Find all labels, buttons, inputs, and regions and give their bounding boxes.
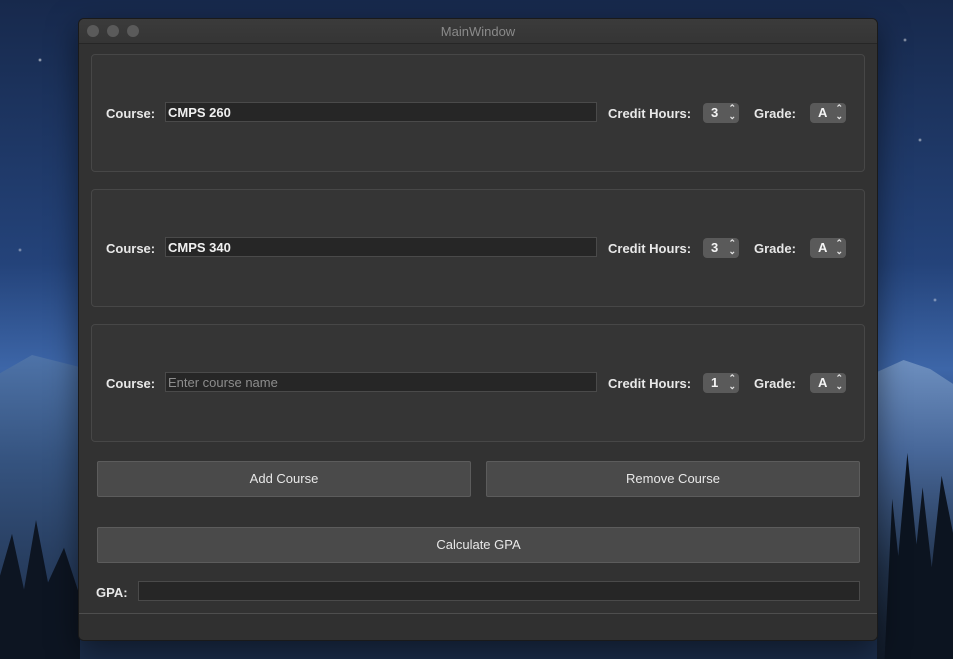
add-course-button[interactable]: Add Course <box>97 461 471 497</box>
window-title: MainWindow <box>440 24 516 39</box>
credit-hours-spinbox-2[interactable]: 3 ⌃ ⌄ <box>703 238 739 258</box>
credit-hours-value: 1 <box>711 375 719 390</box>
status-bar <box>79 613 877 640</box>
course-name-input-2[interactable] <box>165 237 597 257</box>
credit-hours-label: Credit Hours: <box>608 376 692 391</box>
course-label: Course: <box>106 241 156 256</box>
spinner-arrows-icon[interactable]: ⌃ ⌄ <box>835 239 843 256</box>
credit-hours-value: 3 <box>711 240 719 255</box>
main-window: MainWindow Course: Credit Hours: 3 ⌃⌄ Gr… <box>78 18 878 641</box>
credit-hours-label: Credit Hours: <box>608 241 692 256</box>
grade-label: Grade: <box>754 376 796 391</box>
spinner-arrows-icon[interactable]: ⌃ ⌄ <box>728 104 736 121</box>
credit-hours-spinbox-1[interactable]: 3 ⌃ ⌄ <box>703 103 739 123</box>
title-bar[interactable]: MainWindow <box>79 19 877 44</box>
course-label: Course: <box>106 376 156 391</box>
grade-spinbox-3[interactable]: A ⌃ ⌄ <box>810 373 846 393</box>
course-panel-1: Course: Credit Hours: 3 ⌃⌄ Grade: A ⌃⌄ <box>91 54 865 172</box>
credit-hours-value: 3 <box>711 105 719 120</box>
spinner-arrows-icon[interactable]: ⌃ ⌄ <box>835 104 843 121</box>
grade-value: A <box>818 240 828 255</box>
course-name-input-1[interactable] <box>165 102 597 122</box>
credit-hours-spinbox-3[interactable]: 1 ⌃ ⌄ <box>703 373 739 393</box>
spinner-arrows-icon[interactable]: ⌃ ⌄ <box>835 374 843 391</box>
grade-label: Grade: <box>754 241 796 256</box>
grade-spinbox-2[interactable]: A ⌃ ⌄ <box>810 238 846 258</box>
course-name-input-3[interactable] <box>165 372 597 392</box>
credit-hours-label: Credit Hours: <box>608 106 692 121</box>
course-label: Course: <box>106 106 156 121</box>
remove-course-button[interactable]: Remove Course <box>486 461 860 497</box>
grade-label: Grade: <box>754 106 796 121</box>
course-panel-3: Course: Credit Hours: 1 ⌃⌄ Grade: A ⌃⌄ <box>91 324 865 442</box>
grade-value: A <box>818 375 828 390</box>
spinner-arrows-icon[interactable]: ⌃ ⌄ <box>728 239 736 256</box>
spinner-arrows-icon[interactable]: ⌃ ⌄ <box>728 374 736 391</box>
gpa-label: GPA: <box>96 585 128 600</box>
grade-value: A <box>818 105 828 120</box>
calculate-gpa-button[interactable]: Calculate GPA <box>97 527 860 563</box>
gpa-output-field[interactable] <box>138 581 860 601</box>
grade-spinbox-1[interactable]: A ⌃ ⌄ <box>810 103 846 123</box>
course-panel-2: Course: Credit Hours: 3 ⌃⌄ Grade: A ⌃⌄ <box>91 189 865 307</box>
